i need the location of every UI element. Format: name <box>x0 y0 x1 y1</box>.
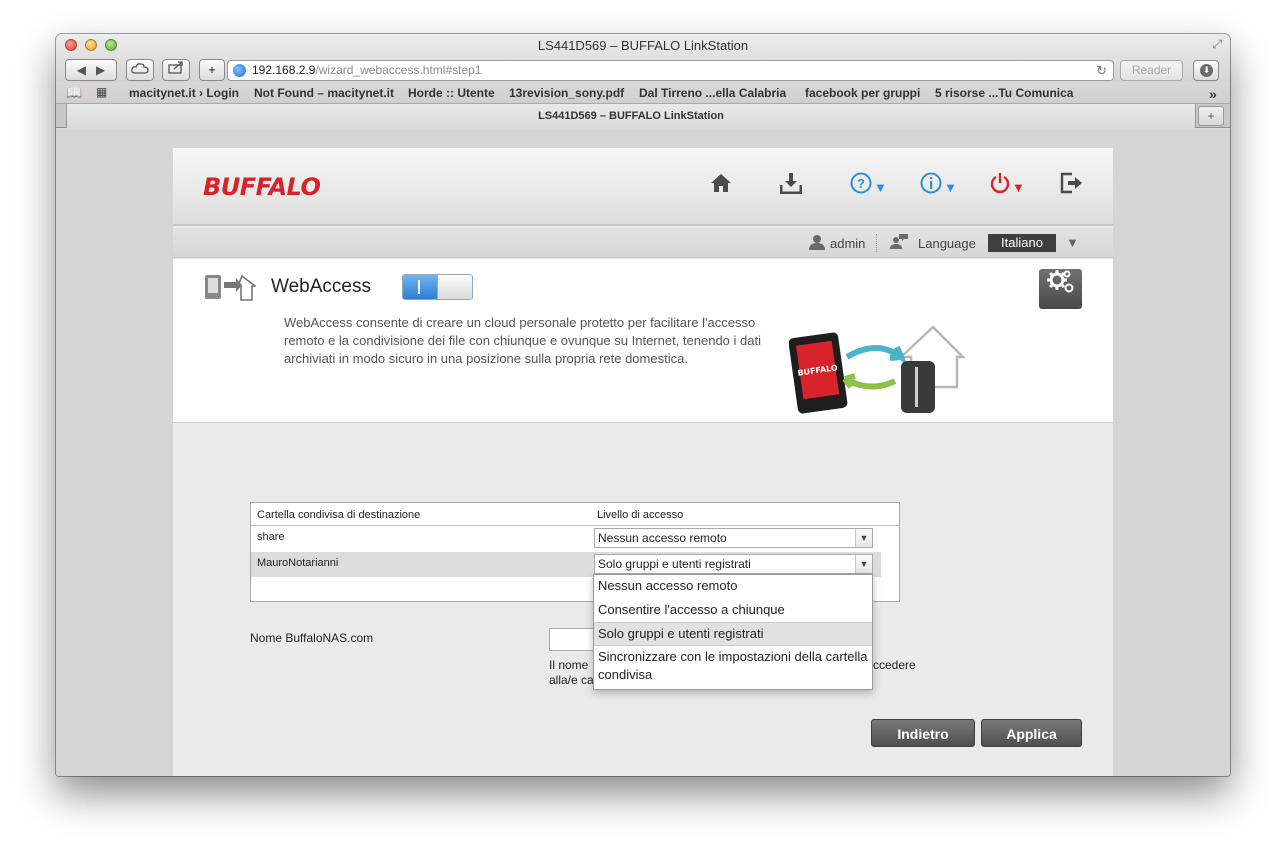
dropdown-option[interactable]: Consentire l'accesso a chiunque <box>594 599 872 621</box>
column-header-folder: Cartella condivisa di destinazione <box>257 509 421 521</box>
bookmark-item[interactable]: Not Found – macitynet.it <box>254 86 394 100</box>
column-header-access: Livello di accesso <box>597 509 684 521</box>
home-icon[interactable] <box>710 172 732 201</box>
reading-list-icon[interactable]: 📖 <box>66 85 82 101</box>
back-button[interactable]: Indietro <box>871 719 975 747</box>
buffalonas-help-text: ccedere <box>873 658 916 672</box>
table-row-folder: share <box>257 531 285 543</box>
window-title: LS441D569 – BUFFALO LinkStation <box>537 38 749 53</box>
bookmarks-overflow-icon[interactable]: » <box>1209 86 1217 102</box>
chevron-down-icon[interactable]: ▼ <box>1066 235 1079 250</box>
buffalonas-help-text: Il nome <box>549 658 589 672</box>
share-button[interactable] <box>162 59 190 81</box>
bookmarks-bar: 📖 ▦ macitynet.it › Login Not Found – mac… <box>56 82 1230 104</box>
toggle-knob[interactable] <box>437 275 472 299</box>
buffalonas-name-input[interactable] <box>549 628 597 651</box>
svg-text:?: ? <box>857 176 865 191</box>
chevron-down-icon[interactable]: ▼ <box>855 529 872 547</box>
buffalonas-help-text: alla/e ca <box>549 673 594 687</box>
download-arrow-icon: ⬇ <box>1200 64 1213 77</box>
language-icon <box>890 233 908 253</box>
bookmark-item[interactable]: 5 risorse ...Tu Comunica <box>935 86 1073 100</box>
buffalo-logo[interactable]: BUFFALO <box>203 173 321 201</box>
nas-admin-panel: BUFFALO ? ▼ ▼ ▼ admin Language Italiano … <box>173 148 1113 776</box>
apply-button[interactable]: Applica <box>981 719 1082 747</box>
bookmark-item[interactable]: 13revision_sony.pdf <box>509 86 624 100</box>
address-text[interactable]: 192.168.2.9/wizard_webaccess.html#step1 <box>252 61 481 80</box>
bookmark-item[interactable]: Dal Tirreno ...ella Calabria <box>639 86 786 100</box>
globe-icon <box>233 64 246 77</box>
page-viewport: BUFFALO ? ▼ ▼ ▼ admin Language Italiano … <box>56 129 1230 776</box>
table-row-folder: MauroNotarianni <box>257 557 339 569</box>
bookmark-item[interactable]: macitynet.it › Login <box>129 86 239 100</box>
access-level-dropdown: Nessun accesso remoto Consentire l'acces… <box>593 574 873 690</box>
buffalonas-name-label: Nome BuffaloNAS.com <box>250 631 374 645</box>
bookmark-item[interactable]: facebook per gruppi <box>805 86 920 100</box>
downloads-button[interactable]: ⬇ <box>1193 60 1219 81</box>
logout-icon[interactable] <box>1060 172 1084 201</box>
tab-bar: LS441D569 – BUFFALO LinkStation + <box>56 104 1230 128</box>
divider <box>876 234 877 252</box>
header-divider <box>251 525 899 526</box>
gear-icon <box>1046 270 1073 293</box>
fullscreen-icon[interactable]: ⤢ <box>1212 37 1222 52</box>
dropdown-option-selected[interactable]: Solo gruppi e utenti registrati <box>594 622 872 646</box>
icloud-button[interactable] <box>126 59 154 81</box>
webaccess-icon <box>205 274 256 301</box>
top-sites-icon[interactable]: ▦ <box>96 85 107 99</box>
info-menu-icon[interactable]: ▼ <box>920 172 957 202</box>
wizard-content: Cartella condivisa di destinazione Livel… <box>173 424 1113 776</box>
username: admin <box>830 236 866 251</box>
back-icon[interactable]: ◀ <box>77 63 86 77</box>
chevron-down-icon: ▼ <box>944 180 957 196</box>
chevron-down-icon: ▼ <box>1012 180 1025 196</box>
cloud-icon <box>131 63 149 74</box>
dropdown-option[interactable]: Nessun accesso remoto <box>594 575 872 597</box>
chevron-down-icon[interactable]: ▼ <box>855 555 872 573</box>
access-level-select-open[interactable]: Solo gruppi e utenti registrati ▼ <box>594 554 873 574</box>
share-icon <box>168 61 183 74</box>
back-forward-buttons[interactable]: ◀ ▶ <box>65 59 117 81</box>
nas-header: BUFFALO ? ▼ ▼ ▼ <box>173 148 1113 226</box>
help-menu-icon[interactable]: ? ▼ <box>850 172 887 202</box>
download-icon[interactable] <box>779 172 803 201</box>
toggle-on-state <box>403 275 437 299</box>
webaccess-title: WebAccess <box>271 276 371 297</box>
user-bar: admin Language Italiano ▼ <box>173 228 1113 258</box>
webaccess-description: WebAccess consente di creare un cloud pe… <box>284 315 761 366</box>
webaccess-intro: WebAccess WebAccess consente di creare u… <box>173 259 1113 423</box>
chevron-down-icon: ▼ <box>874 180 887 196</box>
title-bar: LS441D569 – BUFFALO LinkStation ⤢ ◀ ▶ + 1… <box>56 34 1230 82</box>
new-tab-button[interactable]: + <box>1198 106 1224 126</box>
power-menu-icon[interactable]: ▼ <box>990 172 1025 202</box>
add-bookmark-button[interactable]: + <box>199 59 225 81</box>
user-icon <box>809 234 825 254</box>
language-select[interactable]: Italiano <box>988 234 1056 252</box>
reload-icon[interactable]: ↻ <box>1096 61 1107 80</box>
address-bar[interactable]: 192.168.2.9/wizard_webaccess.html#step1 … <box>227 60 1114 81</box>
bookmark-item[interactable]: Horde :: Utente <box>408 86 495 100</box>
webaccess-toggle[interactable] <box>402 274 473 300</box>
select-value: Solo gruppi e utenti registrati <box>598 557 751 571</box>
tab-active[interactable]: LS441D569 – BUFFALO LinkStation <box>66 104 1196 128</box>
forward-icon[interactable]: ▶ <box>96 63 105 77</box>
plus-icon: + <box>208 63 216 77</box>
dropdown-option[interactable]: Sincronizzare con le impostazioni della … <box>594 646 872 686</box>
webaccess-illustration: BUFFALO <box>789 325 967 414</box>
settings-button[interactable] <box>1039 269 1082 309</box>
select-value: Nessun accesso remoto <box>598 531 727 545</box>
browser-window: LS441D569 – BUFFALO LinkStation ⤢ ◀ ▶ + 1… <box>56 34 1230 776</box>
access-level-select[interactable]: Nessun accesso remoto ▼ <box>594 528 873 548</box>
reader-button[interactable]: Reader <box>1120 60 1183 81</box>
language-label: Language <box>918 236 976 251</box>
